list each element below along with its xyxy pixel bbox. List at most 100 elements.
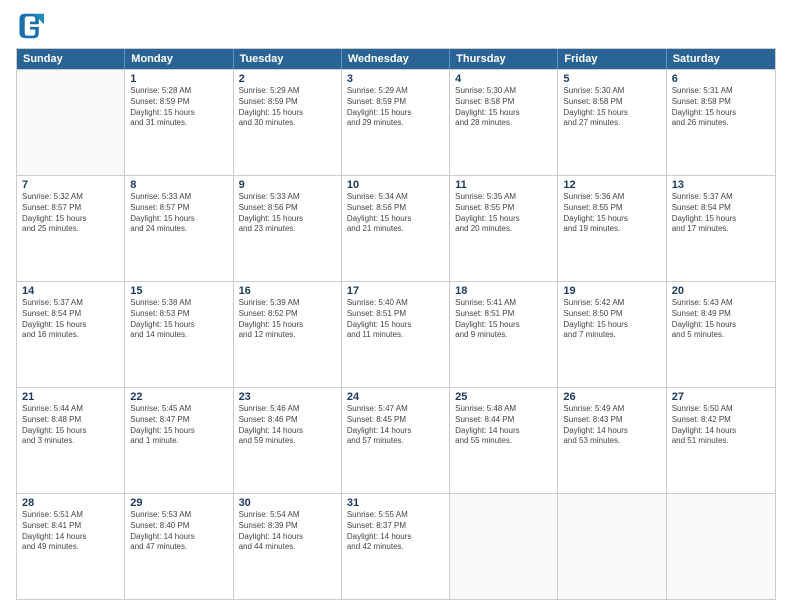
day-number: 22: [130, 391, 227, 403]
week-row-2: 7Sunrise: 5:32 AM Sunset: 8:57 PM Daylig…: [17, 175, 775, 281]
day-number: 4: [455, 73, 552, 85]
day-info: Sunrise: 5:46 AM Sunset: 8:46 PM Dayligh…: [239, 404, 336, 447]
header-day-tuesday: Tuesday: [234, 49, 342, 69]
header-day-friday: Friday: [558, 49, 666, 69]
cal-cell: 21Sunrise: 5:44 AM Sunset: 8:48 PM Dayli…: [17, 388, 125, 493]
day-info: Sunrise: 5:33 AM Sunset: 8:56 PM Dayligh…: [239, 192, 336, 235]
cal-cell: 16Sunrise: 5:39 AM Sunset: 8:52 PM Dayli…: [234, 282, 342, 387]
day-number: 3: [347, 73, 444, 85]
day-info: Sunrise: 5:55 AM Sunset: 8:37 PM Dayligh…: [347, 510, 444, 553]
header-day-monday: Monday: [125, 49, 233, 69]
week-row-3: 14Sunrise: 5:37 AM Sunset: 8:54 PM Dayli…: [17, 281, 775, 387]
day-number: 1: [130, 73, 227, 85]
day-info: Sunrise: 5:32 AM Sunset: 8:57 PM Dayligh…: [22, 192, 119, 235]
cal-cell: 22Sunrise: 5:45 AM Sunset: 8:47 PM Dayli…: [125, 388, 233, 493]
cal-cell: [450, 494, 558, 599]
cal-cell: 6Sunrise: 5:31 AM Sunset: 8:58 PM Daylig…: [667, 70, 775, 175]
cal-cell: 1Sunrise: 5:28 AM Sunset: 8:59 PM Daylig…: [125, 70, 233, 175]
day-info: Sunrise: 5:53 AM Sunset: 8:40 PM Dayligh…: [130, 510, 227, 553]
day-number: 30: [239, 497, 336, 509]
day-info: Sunrise: 5:29 AM Sunset: 8:59 PM Dayligh…: [239, 86, 336, 129]
day-info: Sunrise: 5:44 AM Sunset: 8:48 PM Dayligh…: [22, 404, 119, 447]
day-number: 25: [455, 391, 552, 403]
calendar-header: SundayMondayTuesdayWednesdayThursdayFrid…: [17, 49, 775, 69]
cal-cell: 9Sunrise: 5:33 AM Sunset: 8:56 PM Daylig…: [234, 176, 342, 281]
day-info: Sunrise: 5:41 AM Sunset: 8:51 PM Dayligh…: [455, 298, 552, 341]
cal-cell: 11Sunrise: 5:35 AM Sunset: 8:55 PM Dayli…: [450, 176, 558, 281]
day-info: Sunrise: 5:30 AM Sunset: 8:58 PM Dayligh…: [455, 86, 552, 129]
day-info: Sunrise: 5:43 AM Sunset: 8:49 PM Dayligh…: [672, 298, 770, 341]
calendar-body: 1Sunrise: 5:28 AM Sunset: 8:59 PM Daylig…: [17, 69, 775, 599]
cal-cell: 24Sunrise: 5:47 AM Sunset: 8:45 PM Dayli…: [342, 388, 450, 493]
header-day-saturday: Saturday: [667, 49, 775, 69]
day-number: 16: [239, 285, 336, 297]
day-info: Sunrise: 5:36 AM Sunset: 8:55 PM Dayligh…: [563, 192, 660, 235]
cal-cell: 17Sunrise: 5:40 AM Sunset: 8:51 PM Dayli…: [342, 282, 450, 387]
day-number: 26: [563, 391, 660, 403]
cal-cell: 10Sunrise: 5:34 AM Sunset: 8:56 PM Dayli…: [342, 176, 450, 281]
week-row-1: 1Sunrise: 5:28 AM Sunset: 8:59 PM Daylig…: [17, 69, 775, 175]
cal-cell: 8Sunrise: 5:33 AM Sunset: 8:57 PM Daylig…: [125, 176, 233, 281]
day-info: Sunrise: 5:54 AM Sunset: 8:39 PM Dayligh…: [239, 510, 336, 553]
day-info: Sunrise: 5:40 AM Sunset: 8:51 PM Dayligh…: [347, 298, 444, 341]
day-info: Sunrise: 5:48 AM Sunset: 8:44 PM Dayligh…: [455, 404, 552, 447]
day-number: 14: [22, 285, 119, 297]
cal-cell: 30Sunrise: 5:54 AM Sunset: 8:39 PM Dayli…: [234, 494, 342, 599]
cal-cell: 5Sunrise: 5:30 AM Sunset: 8:58 PM Daylig…: [558, 70, 666, 175]
cal-cell: [667, 494, 775, 599]
cal-cell: 4Sunrise: 5:30 AM Sunset: 8:58 PM Daylig…: [450, 70, 558, 175]
cal-cell: 3Sunrise: 5:29 AM Sunset: 8:59 PM Daylig…: [342, 70, 450, 175]
day-number: 17: [347, 285, 444, 297]
header-day-sunday: Sunday: [17, 49, 125, 69]
day-info: Sunrise: 5:29 AM Sunset: 8:59 PM Dayligh…: [347, 86, 444, 129]
cal-cell: [558, 494, 666, 599]
day-number: 10: [347, 179, 444, 191]
day-info: Sunrise: 5:35 AM Sunset: 8:55 PM Dayligh…: [455, 192, 552, 235]
day-number: 11: [455, 179, 552, 191]
day-info: Sunrise: 5:34 AM Sunset: 8:56 PM Dayligh…: [347, 192, 444, 235]
day-info: Sunrise: 5:30 AM Sunset: 8:58 PM Dayligh…: [563, 86, 660, 129]
day-number: 8: [130, 179, 227, 191]
logo: [16, 12, 48, 40]
cal-cell: 14Sunrise: 5:37 AM Sunset: 8:54 PM Dayli…: [17, 282, 125, 387]
day-number: 15: [130, 285, 227, 297]
cal-cell: 7Sunrise: 5:32 AM Sunset: 8:57 PM Daylig…: [17, 176, 125, 281]
day-number: 6: [672, 73, 770, 85]
day-number: 21: [22, 391, 119, 403]
cal-cell: 31Sunrise: 5:55 AM Sunset: 8:37 PM Dayli…: [342, 494, 450, 599]
day-number: 31: [347, 497, 444, 509]
day-number: 9: [239, 179, 336, 191]
day-number: 7: [22, 179, 119, 191]
day-info: Sunrise: 5:51 AM Sunset: 8:41 PM Dayligh…: [22, 510, 119, 553]
cal-cell: 15Sunrise: 5:38 AM Sunset: 8:53 PM Dayli…: [125, 282, 233, 387]
day-info: Sunrise: 5:33 AM Sunset: 8:57 PM Dayligh…: [130, 192, 227, 235]
calendar: SundayMondayTuesdayWednesdayThursdayFrid…: [16, 48, 776, 600]
cal-cell: 20Sunrise: 5:43 AM Sunset: 8:49 PM Dayli…: [667, 282, 775, 387]
day-info: Sunrise: 5:39 AM Sunset: 8:52 PM Dayligh…: [239, 298, 336, 341]
week-row-5: 28Sunrise: 5:51 AM Sunset: 8:41 PM Dayli…: [17, 493, 775, 599]
day-number: 28: [22, 497, 119, 509]
cal-cell: 23Sunrise: 5:46 AM Sunset: 8:46 PM Dayli…: [234, 388, 342, 493]
day-info: Sunrise: 5:45 AM Sunset: 8:47 PM Dayligh…: [130, 404, 227, 447]
cal-cell: 12Sunrise: 5:36 AM Sunset: 8:55 PM Dayli…: [558, 176, 666, 281]
cal-cell: [17, 70, 125, 175]
day-number: 27: [672, 391, 770, 403]
cal-cell: 29Sunrise: 5:53 AM Sunset: 8:40 PM Dayli…: [125, 494, 233, 599]
day-number: 29: [130, 497, 227, 509]
day-number: 19: [563, 285, 660, 297]
cal-cell: 27Sunrise: 5:50 AM Sunset: 8:42 PM Dayli…: [667, 388, 775, 493]
day-number: 13: [672, 179, 770, 191]
day-number: 20: [672, 285, 770, 297]
day-info: Sunrise: 5:49 AM Sunset: 8:43 PM Dayligh…: [563, 404, 660, 447]
logo-icon: [16, 12, 44, 40]
day-info: Sunrise: 5:31 AM Sunset: 8:58 PM Dayligh…: [672, 86, 770, 129]
day-info: Sunrise: 5:37 AM Sunset: 8:54 PM Dayligh…: [672, 192, 770, 235]
day-number: 18: [455, 285, 552, 297]
header: [16, 12, 776, 40]
day-info: Sunrise: 5:28 AM Sunset: 8:59 PM Dayligh…: [130, 86, 227, 129]
day-number: 5: [563, 73, 660, 85]
header-day-wednesday: Wednesday: [342, 49, 450, 69]
day-number: 24: [347, 391, 444, 403]
day-info: Sunrise: 5:37 AM Sunset: 8:54 PM Dayligh…: [22, 298, 119, 341]
week-row-4: 21Sunrise: 5:44 AM Sunset: 8:48 PM Dayli…: [17, 387, 775, 493]
